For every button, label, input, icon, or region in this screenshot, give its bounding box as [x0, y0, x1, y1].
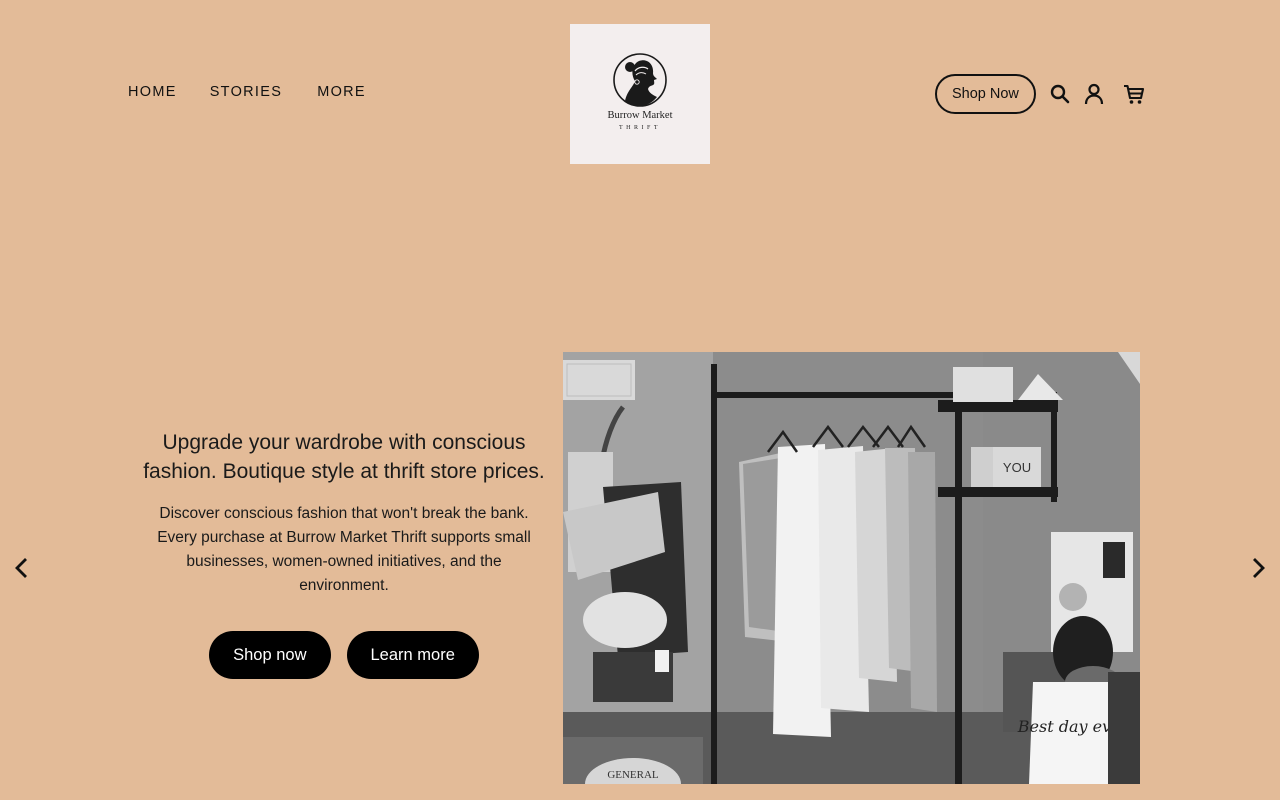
hero-content: Upgrade your wardrobe with conscious fas…: [140, 428, 548, 679]
nav-home-link[interactable]: HOME: [128, 84, 177, 100]
woman-profile-logo-icon: [613, 53, 667, 107]
search-icon[interactable]: [1048, 82, 1072, 106]
cart-icon[interactable]: [1122, 82, 1146, 106]
site-logo[interactable]: Burrow Market THRIFT: [570, 24, 710, 164]
hero-title: Upgrade your wardrobe with conscious fas…: [143, 431, 545, 483]
image-card-text: YOU: [1003, 460, 1031, 475]
learn-more-button[interactable]: Learn more: [346, 631, 479, 679]
shop-now-button[interactable]: Shop now: [209, 631, 331, 679]
user-icon[interactable]: [1082, 82, 1106, 106]
logo-name: Burrow Market: [607, 110, 673, 121]
nav-stories-link[interactable]: STORIES: [210, 84, 283, 100]
hero-description: Discover conscious fashion that won't br…: [157, 505, 531, 594]
site-header: HOME STORIES MORE Burrow Market THRIFT S…: [0, 0, 1280, 190]
main-nav: HOME STORIES MORE: [128, 84, 399, 100]
shop-now-header-button[interactable]: Shop Now: [935, 74, 1036, 114]
logo-subtitle: THRIFT: [619, 125, 661, 131]
previous-slide-arrow-icon[interactable]: [10, 556, 34, 580]
image-sign-text: GENERAL: [607, 769, 659, 781]
header-actions: Shop Now: [935, 74, 1146, 114]
nav-more-link[interactable]: MORE: [317, 84, 366, 100]
next-slide-arrow-icon[interactable]: [1246, 556, 1270, 580]
hero-buttons: Shop now Learn more: [140, 631, 548, 679]
hero-image: GENERAL YOU Best day ever: [563, 352, 1140, 784]
